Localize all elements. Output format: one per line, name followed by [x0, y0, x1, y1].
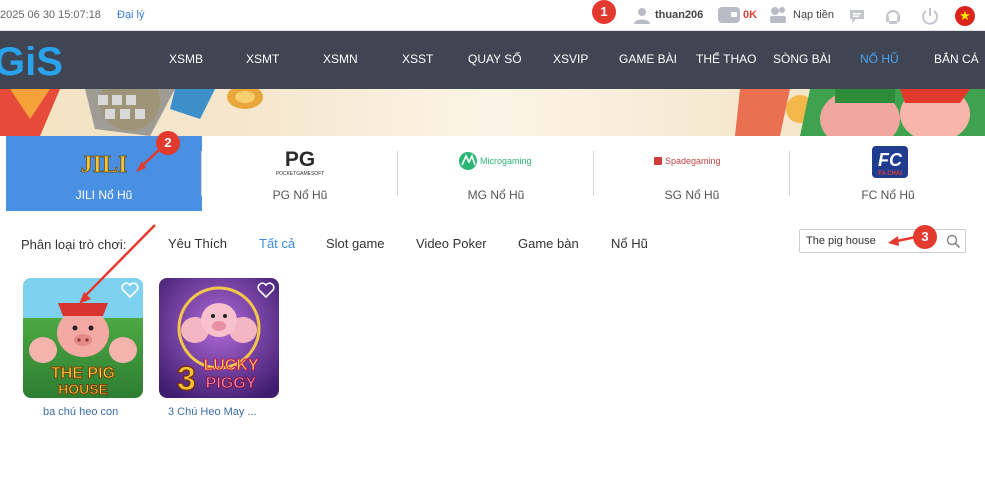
lucky-piggy-art-title-2: PIGGY — [206, 375, 257, 392]
pig-house-art-title-1: THE PIG — [51, 365, 115, 382]
nav-item-game-bai[interactable]: GAME BÀI — [619, 52, 677, 66]
filter-all[interactable]: Tất cả — [259, 236, 295, 251]
nav-item-no-hu[interactable]: NỔ HŨ — [860, 52, 899, 66]
filter-favorites[interactable]: Yêu Thích — [168, 236, 227, 251]
annotation-badge-1: 1 — [592, 0, 616, 24]
username-text[interactable]: thuan206 — [655, 9, 703, 21]
provider-label-jili: JILI Nổ Hũ — [75, 188, 133, 202]
top-bar: 2025 06 30 15:07:18 Đại lý thuan206 0K N… — [0, 0, 985, 31]
nav-item-the-thao[interactable]: THỂ THAO — [696, 52, 756, 66]
jili-logo-text: JILI — [81, 152, 128, 178]
game-name[interactable]: ba chú heo con — [43, 406, 173, 418]
fc-logo-text: FC — [878, 150, 903, 170]
chat-icon[interactable] — [848, 7, 866, 25]
spadegaming-logo-text: Spadegaming — [665, 156, 721, 166]
provider-tab-mg[interactable]: Microgaming MG Nổ Hũ — [398, 136, 594, 211]
nav-item-xsmb[interactable]: XSMB — [169, 52, 203, 66]
main-nav: GiS XSMB XSMT XSMN XSST QUAY SỐ XSVIP GA… — [0, 31, 985, 89]
pig-house-art-title-2: HOUSE — [58, 381, 108, 397]
user-icon[interactable] — [633, 6, 651, 24]
gis-logo[interactable]: GiS — [0, 39, 90, 81]
filter-slot-game[interactable]: Slot game — [326, 236, 385, 251]
spadegaming-logo: Spadegaming — [654, 156, 721, 166]
nav-item-quay-so[interactable]: QUAY SỐ — [468, 52, 522, 66]
search-icon[interactable] — [946, 234, 961, 249]
provider-label-fc: FC Nổ Hũ — [861, 188, 915, 202]
balance-text: 0K — [743, 9, 758, 21]
banner-art — [0, 89, 985, 136]
microgaming-logo-text: Microgaming — [480, 156, 532, 166]
support-icon[interactable] — [884, 7, 902, 25]
filter-video-poker[interactable]: Video Poker — [416, 236, 487, 251]
power-icon[interactable] — [920, 6, 940, 26]
provider-tab-fc[interactable]: FC FA CHAI FC Nổ Hũ — [790, 136, 985, 211]
microgaming-logo: Microgaming — [459, 152, 532, 170]
nav-item-ban-ca[interactable]: BẮN CÁ — [934, 52, 979, 66]
filter-table-game[interactable]: Game bàn — [518, 236, 579, 251]
fc-logo-subtext: FA CHAI — [878, 171, 902, 177]
filter-jackpot[interactable]: Nổ Hũ — [611, 236, 648, 251]
nav-item-xsmn[interactable]: XSMN — [323, 52, 358, 66]
promo-banner — [0, 89, 985, 136]
provider-tab-sg[interactable]: Spadegaming SG Nổ Hũ — [594, 136, 790, 211]
fc-logo: FC FA CHAI — [872, 146, 908, 178]
annotation-badge-2: 2 — [156, 131, 180, 155]
lucky-piggy-art-number: 3 — [177, 360, 196, 398]
favorite-heart-icon[interactable] — [257, 282, 275, 298]
agent-link[interactable]: Đại lý — [117, 9, 145, 21]
logo-text: GiS — [0, 40, 63, 81]
nav-item-xsvip[interactable]: XSVIP — [553, 52, 588, 66]
pg-logo-text: PG — [285, 148, 315, 171]
favorite-heart-icon[interactable] — [121, 282, 139, 298]
pg-logo: PG POCKETGAMESOFT — [276, 148, 325, 177]
game-card-lucky-piggy[interactable]: 3 LUCKY PIGGY 3 Chú Heo May ... — [159, 278, 279, 418]
deposit-link[interactable]: Nạp tiền — [793, 9, 834, 21]
provider-tab-pg[interactable]: PG POCKETGAMESOFT PG Nổ Hũ — [202, 136, 398, 211]
lucky-piggy-art-title-1: LUCKY — [203, 357, 258, 374]
game-search-box — [799, 229, 966, 253]
pg-logo-subtext: POCKETGAMESOFT — [276, 171, 325, 177]
nav-item-xsmt[interactable]: XSMT — [246, 52, 279, 66]
annotation-badge-3: 3 — [913, 225, 937, 249]
provider-label-mg: MG Nổ Hũ — [467, 188, 525, 202]
page: 2025 06 30 15:07:18 Đại lý thuan206 0K N… — [0, 0, 985, 479]
filter-label: Phân loại trò chơi: — [21, 237, 127, 252]
game-card-pig-house[interactable]: THE PIG HOUSE ba chú heo con — [23, 278, 143, 418]
game-thumbnail[interactable]: 3 LUCKY PIGGY — [159, 278, 279, 398]
provider-label-sg: SG Nổ Hũ — [664, 188, 720, 202]
game-thumbnail[interactable]: THE PIG HOUSE — [23, 278, 143, 398]
datetime-text: 2025 06 30 15:07:18 — [0, 9, 101, 21]
game-name[interactable]: 3 Chú Heo May ... — [168, 406, 298, 418]
wallet-icon[interactable] — [718, 7, 740, 23]
provider-label-pg: PG Nổ Hũ — [272, 188, 328, 202]
provider-tabs: JILI JILI Nổ Hũ PG POCKETGAMESOFT PG Nổ … — [6, 136, 985, 211]
vietnam-flag-icon[interactable]: ★ — [955, 6, 975, 26]
nav-item-song-bai[interactable]: SÒNG BÀI — [773, 52, 831, 66]
deposit-icon[interactable] — [768, 5, 788, 25]
nav-item-xsst[interactable]: XSST — [402, 52, 433, 66]
